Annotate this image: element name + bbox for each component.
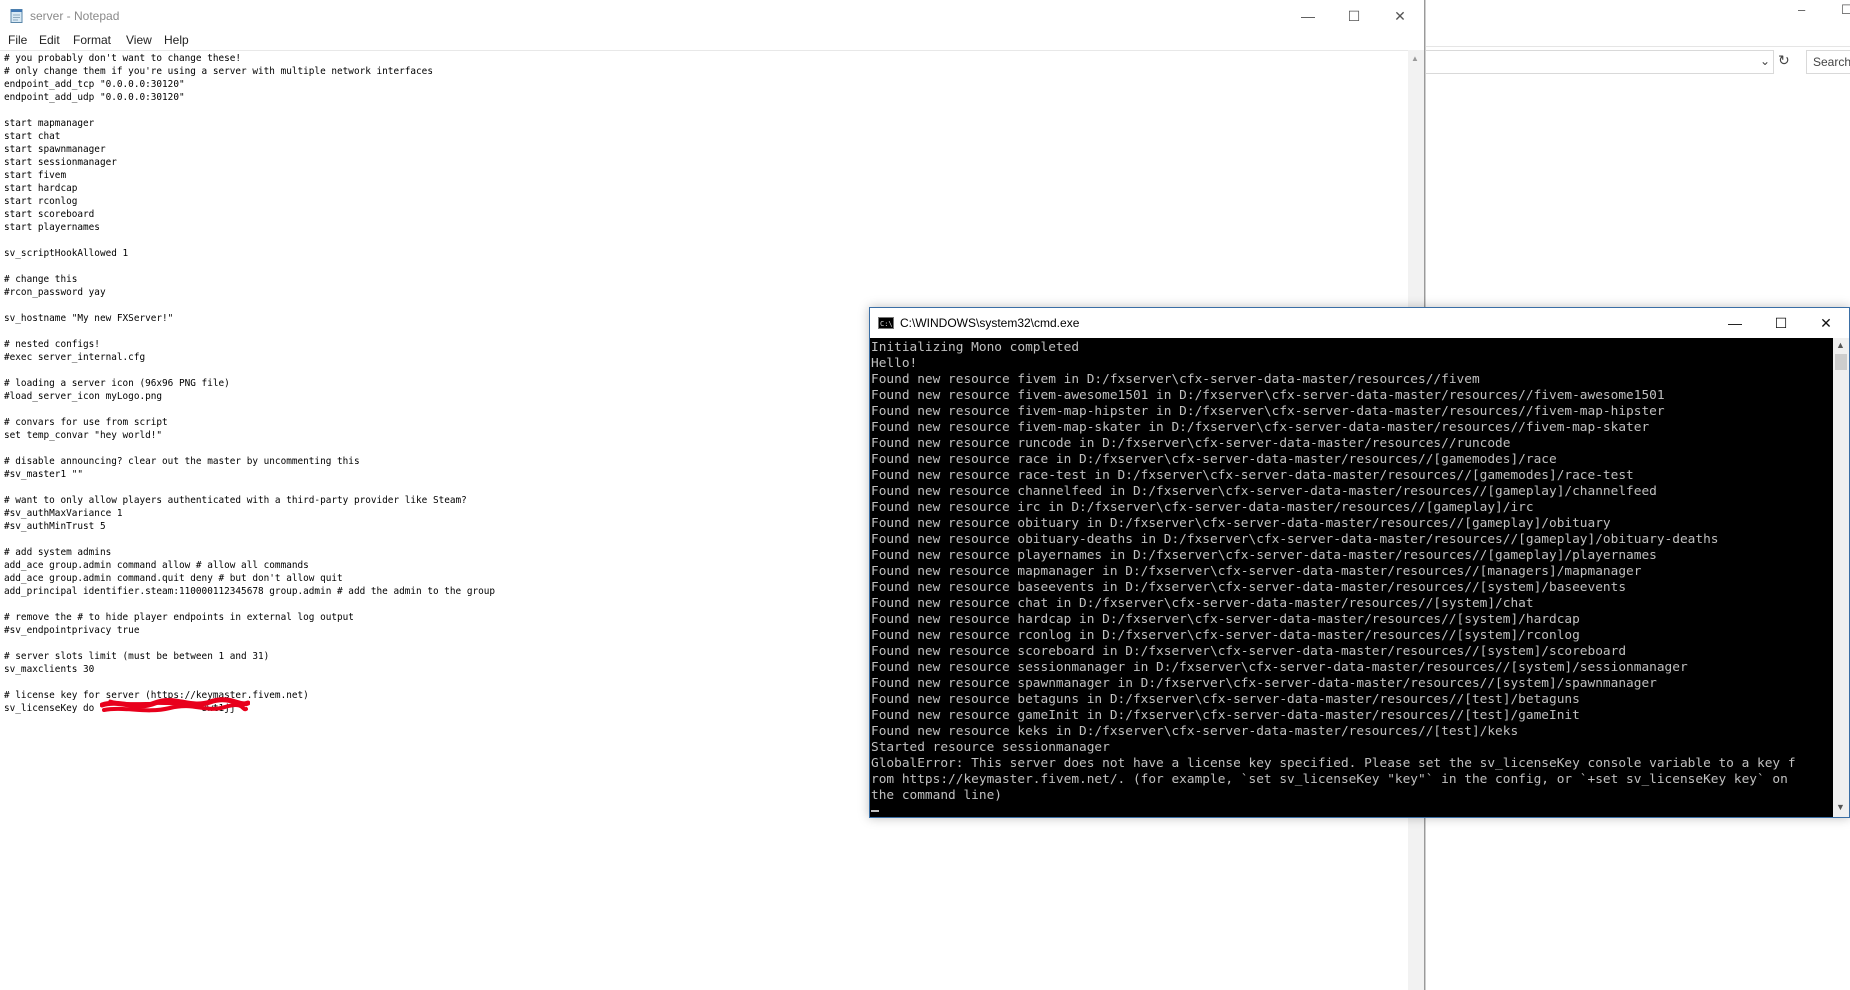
scroll-up-icon[interactable]: ▲ (1411, 54, 1419, 63)
console-cursor (871, 810, 879, 812)
explorer-maximize-button[interactable]: ☐ (1841, 2, 1850, 18)
maximize-button[interactable]: ☐ (1331, 0, 1377, 32)
menu-edit[interactable]: Edit (39, 33, 60, 47)
notepad-app-icon (10, 9, 23, 23)
notepad-titlebar[interactable]: server - Notepad — ☐ ✕ (0, 0, 1424, 32)
notepad-menubar: File Edit Format View Help (0, 32, 1424, 50)
minimize-button[interactable]: — (1285, 0, 1331, 32)
refresh-icon[interactable]: ↻ (1778, 52, 1790, 69)
chevron-down-icon[interactable]: ⌄ (1760, 54, 1770, 68)
cmd-app-icon: C:\ (878, 317, 894, 329)
console-output: Initializing Mono completed Hello! Found… (871, 340, 1796, 803)
cmd-scrollbar[interactable]: ▲ ▼ (1833, 338, 1849, 817)
cmd-title: C:\WINDOWS\system32\cmd.exe (900, 316, 1080, 330)
menu-help[interactable]: Help (164, 33, 189, 47)
console-output-area[interactable]: Initializing Mono completed Hello! Found… (870, 338, 1833, 817)
notepad-content[interactable]: # you probably don't want to change thes… (4, 52, 495, 715)
explorer-search-input[interactable]: Search (1806, 50, 1850, 74)
close-button[interactable]: ✕ (1377, 0, 1423, 32)
svg-text:C:\: C:\ (880, 320, 893, 328)
close-button[interactable]: ✕ (1803, 308, 1849, 338)
maximize-button[interactable]: ☐ (1758, 308, 1804, 338)
explorer-minimize-button[interactable]: – (1798, 2, 1805, 17)
menu-view[interactable]: View (126, 33, 152, 47)
explorer-address-bar[interactable]: ⌄ (1426, 50, 1774, 74)
cmd-window: C:\ C:\WINDOWS\system32\cmd.exe — ☐ ✕ In… (869, 307, 1850, 818)
notepad-title: server - Notepad (30, 9, 120, 23)
cmd-titlebar[interactable]: C:\ C:\WINDOWS\system32\cmd.exe — ☐ ✕ (870, 308, 1849, 338)
scroll-down-icon[interactable]: ▼ (1836, 802, 1845, 812)
menu-format[interactable]: Format (73, 33, 111, 47)
minimize-button[interactable]: — (1712, 308, 1758, 338)
scroll-thumb[interactable] (1835, 354, 1847, 370)
redaction-scribble (100, 697, 250, 713)
menu-file[interactable]: File (8, 33, 27, 47)
scroll-up-icon[interactable]: ▲ (1836, 340, 1845, 350)
